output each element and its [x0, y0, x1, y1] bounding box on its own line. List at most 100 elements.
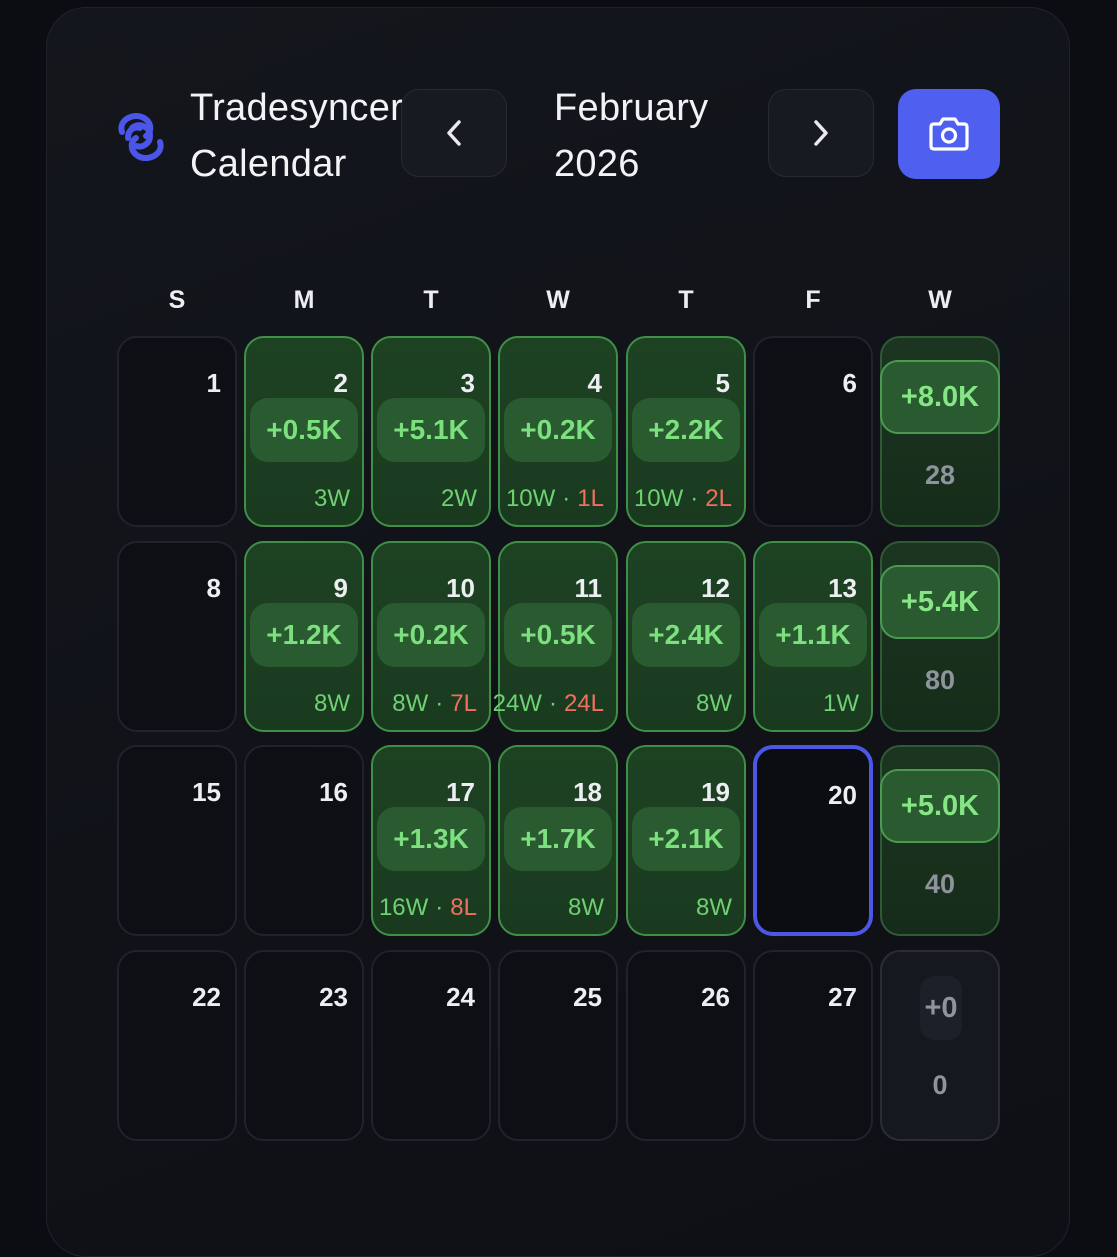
- day-pnl: +1.3K: [377, 807, 485, 871]
- win-loss-count: 8W · 7L: [392, 690, 477, 718]
- day-cell[interactable]: 9 +1.2K 8W: [244, 541, 364, 732]
- week-trade-count: 28: [924, 460, 956, 490]
- day-cell[interactable]: 12 +2.4K 8W: [626, 541, 746, 732]
- wins-count: 24W: [492, 690, 542, 717]
- chevron-right-icon: [814, 120, 828, 146]
- day-cell[interactable]: 15: [117, 745, 237, 936]
- camera-icon: [929, 117, 969, 151]
- day-pnl: +1.2K: [250, 603, 358, 667]
- day-number: 24: [446, 982, 475, 1012]
- day-number: 10: [446, 573, 475, 603]
- month-name: February: [554, 87, 709, 129]
- day-cell[interactable]: 8: [117, 541, 237, 732]
- weekday-label: T: [423, 286, 439, 314]
- losses-count: 7L: [450, 690, 477, 717]
- day-number: 5: [715, 368, 730, 398]
- win-loss-count: 3W: [314, 485, 350, 513]
- app-title: Tradesyncer Calendar: [190, 80, 430, 192]
- week-summary-cell[interactable]: +5.4K 80: [880, 541, 1000, 732]
- losses-count: 24L: [563, 690, 604, 717]
- wins-count: 8W: [696, 690, 732, 717]
- day-number: 4: [587, 368, 602, 398]
- day-cell[interactable]: 4 +0.2K 10W · 1L: [498, 336, 618, 527]
- day-pnl: +1.7K: [504, 807, 612, 871]
- day-number: 17: [446, 777, 475, 807]
- day-number: 8: [206, 573, 221, 603]
- day-pnl: +2.1K: [632, 807, 740, 871]
- day-cell[interactable]: 2 +0.5K 3W: [244, 336, 364, 527]
- day-cell[interactable]: 17 +1.3K 16W · 8L: [371, 745, 491, 936]
- win-loss-count: 8W: [696, 690, 732, 718]
- win-loss-count: 24W · 24L: [493, 690, 604, 718]
- day-cell[interactable]: 16: [244, 745, 364, 936]
- day-number: 16: [319, 777, 348, 807]
- day-cell[interactable]: 19 +2.1K 8W: [626, 745, 746, 936]
- day-cell[interactable]: 11 +0.5K 24W · 24L: [493, 541, 618, 732]
- day-pnl: +0.2K: [377, 603, 485, 667]
- prev-month-button[interactable]: [401, 89, 507, 177]
- week-trade-count: 40: [924, 869, 956, 899]
- day-cell[interactable]: 10 +0.2K 8W · 7L: [371, 541, 491, 732]
- day-number: 11: [574, 573, 603, 603]
- week-summary-cell[interactable]: +8.0K 28: [880, 336, 1000, 527]
- win-loss-count: 8W: [696, 894, 732, 922]
- day-cell[interactable]: 13 +1.1K 1W: [753, 541, 873, 732]
- win-loss-count: 8W: [568, 894, 604, 922]
- week-pnl: +5.0K: [880, 769, 1000, 843]
- day-pnl: +0.5K: [504, 603, 612, 667]
- wins-count: 16W: [378, 894, 429, 921]
- wins-count: 8W: [314, 690, 350, 717]
- win-loss-count: 10W · 2L: [634, 485, 732, 513]
- day-cell[interactable]: 22: [117, 950, 237, 1141]
- day-cell-today[interactable]: 20: [753, 745, 873, 936]
- day-cell[interactable]: 6: [753, 336, 873, 527]
- day-number: 3: [460, 368, 475, 398]
- win-loss-separator: ·: [562, 485, 571, 512]
- day-cell[interactable]: 24: [371, 950, 491, 1141]
- win-loss-count: 8W: [314, 690, 350, 718]
- day-number: 25: [573, 982, 602, 1012]
- year-label: 2026: [554, 143, 640, 185]
- day-number: 20: [828, 780, 857, 810]
- losses-count: 1L: [577, 485, 604, 512]
- wins-count: 10W: [505, 485, 556, 512]
- day-cell[interactable]: 27: [753, 950, 873, 1141]
- weekday-label: T: [678, 286, 694, 314]
- calendar-header: Tradesyncer Calendar February 2026: [0, 0, 1117, 230]
- win-loss-separator: ·: [435, 894, 444, 921]
- screenshot-button[interactable]: [898, 89, 1000, 179]
- day-number: 26: [701, 982, 730, 1012]
- day-pnl: +5.1K: [377, 398, 485, 462]
- day-number: 6: [842, 368, 857, 398]
- win-loss-count: 1W: [823, 690, 859, 718]
- day-number: 15: [192, 777, 221, 807]
- weekday-label: W: [928, 286, 952, 314]
- day-pnl: +1.1K: [759, 603, 867, 667]
- day-cell[interactable]: 26: [626, 950, 746, 1141]
- wins-count: 10W: [633, 485, 684, 512]
- wins-count: 8W: [392, 690, 429, 717]
- win-loss-count: 10W · 1L: [506, 485, 604, 513]
- day-number: 13: [828, 573, 857, 603]
- week-summary-cell[interactable]: +5.0K 40: [880, 745, 1000, 936]
- day-cell[interactable]: 1: [117, 336, 237, 527]
- day-cell[interactable]: 23: [244, 950, 364, 1141]
- wins-count: 1W: [823, 690, 859, 717]
- app-title-line2: Calendar: [190, 143, 347, 185]
- day-number: 1: [206, 368, 221, 398]
- day-cell[interactable]: 18 +1.7K 8W: [498, 745, 618, 936]
- day-cell[interactable]: 5 +2.2K 10W · 2L: [626, 336, 746, 527]
- current-month-label: February 2026: [554, 80, 754, 192]
- next-month-button[interactable]: [768, 89, 874, 177]
- weekday-label: W: [546, 286, 570, 314]
- weekday-label: M: [293, 286, 315, 314]
- day-cell[interactable]: 3 +5.1K 2W: [371, 336, 491, 527]
- day-pnl: +0.5K: [250, 398, 358, 462]
- week-trade-count: 0: [932, 1070, 948, 1100]
- chevron-left-icon: [447, 120, 461, 146]
- day-cell[interactable]: 25: [498, 950, 618, 1141]
- losses-count: 8L: [450, 894, 477, 921]
- day-number: 23: [319, 982, 348, 1012]
- week-summary-cell[interactable]: +0 0: [880, 950, 1000, 1141]
- win-loss-separator: ·: [435, 690, 444, 717]
